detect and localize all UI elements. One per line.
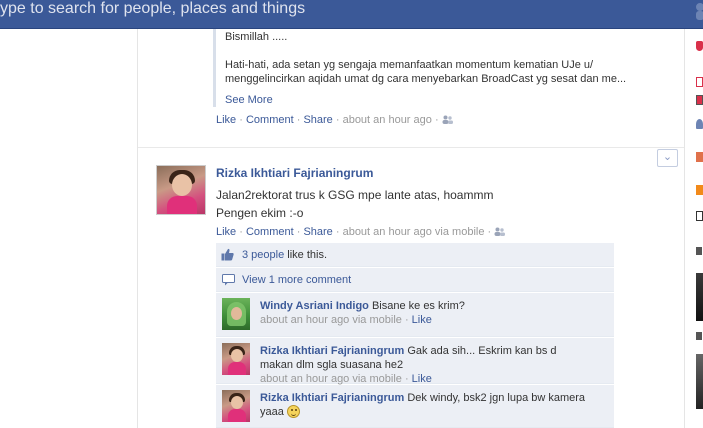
separator: · bbox=[401, 373, 412, 385]
calendar-icon[interactable] bbox=[696, 77, 703, 87]
story-message-line: Pengen ekim :-o bbox=[216, 206, 304, 220]
comments-box: 3 people like this. View 1 more comment … bbox=[216, 243, 614, 428]
comment-author-name[interactable]: Rizka Ikhtiari Fajrianingrum bbox=[260, 392, 404, 404]
comment-body: Windy Asriani Indigo Bisane ke es krim? … bbox=[260, 299, 600, 327]
thumbs-up-icon bbox=[221, 248, 234, 261]
shared-post-line: menggelincirkan aqidah umat dg cara meny… bbox=[225, 73, 627, 85]
shared-post-line: Hati-hati, ada setan yg sengaja memanfaa… bbox=[225, 59, 594, 71]
comment-bubble-icon bbox=[222, 274, 235, 286]
view-more-comments-link[interactable]: View 1 more comment bbox=[242, 274, 351, 286]
story-author-name[interactable]: Rizka Ikhtiari Fajrianingrum bbox=[216, 166, 373, 180]
heart-icon[interactable] bbox=[696, 41, 703, 51]
separator: · bbox=[332, 226, 343, 238]
friends-icon[interactable] bbox=[696, 119, 703, 129]
search-input[interactable]: ype to search for people, places and thi… bbox=[0, 0, 305, 20]
like-link[interactable]: Like bbox=[216, 226, 236, 238]
avatar[interactable] bbox=[222, 390, 250, 422]
like-link[interactable]: Like bbox=[216, 114, 236, 126]
comment-link[interactable]: Comment bbox=[246, 114, 294, 126]
separator: · bbox=[431, 114, 442, 126]
timestamp[interactable]: about an hour ago bbox=[343, 114, 432, 126]
view-more-comments-row[interactable]: View 1 more comment bbox=[216, 268, 614, 292]
comment-author-name[interactable]: Windy Asriani Indigo bbox=[260, 300, 369, 312]
share-link[interactable]: Share bbox=[303, 114, 332, 126]
comment-like-link[interactable]: Like bbox=[412, 314, 432, 326]
separator: · bbox=[332, 114, 343, 126]
comment-text: Dek windy, bsk2 jgn lupa bw kamera bbox=[407, 392, 586, 404]
comment-body: Rizka Ikhtiari Fajrianingrum Dek windy, … bbox=[260, 391, 600, 419]
likers-link[interactable]: 3 people bbox=[242, 249, 284, 261]
shared-post-line: Bismillah ..... bbox=[225, 31, 288, 43]
story-divider bbox=[138, 147, 684, 148]
comment-text: Bisane ke es krim? bbox=[371, 300, 465, 312]
sponsored-image[interactable] bbox=[696, 273, 703, 321]
comment-text: yaaa bbox=[260, 406, 284, 418]
comment-link[interactable]: Comment bbox=[246, 226, 294, 238]
comment-author-name[interactable]: Rizka Ikhtiari Fajrianingrum bbox=[260, 345, 404, 357]
story-message-line: Jalan2rektorat trus k GSG mpe lante atas… bbox=[216, 188, 494, 202]
account-icon[interactable] bbox=[691, 0, 703, 20]
story-options-chevron-icon[interactable]: ⌄ bbox=[657, 149, 678, 167]
friends-icon bbox=[442, 115, 453, 124]
news-feed: Bismillah ..... Hati-hati, ada setan yg … bbox=[137, 29, 685, 428]
comment: Windy Asriani Indigo Bisane ke es krim? … bbox=[216, 293, 614, 337]
avatar[interactable] bbox=[156, 165, 206, 215]
event-icon[interactable] bbox=[696, 95, 703, 105]
separator: · bbox=[484, 226, 495, 238]
app-icon[interactable] bbox=[696, 211, 703, 221]
smiley-emoticon-icon bbox=[286, 405, 300, 418]
avatar[interactable] bbox=[222, 298, 250, 330]
right-sidebar bbox=[686, 29, 703, 428]
share-link[interactable]: Share bbox=[303, 226, 332, 238]
story-actions: Like · Comment · Share · about an hour a… bbox=[216, 226, 506, 238]
comment-timestamp[interactable]: about an hour ago via mobile bbox=[260, 314, 402, 326]
left-column bbox=[0, 29, 137, 428]
comment-like-link[interactable]: Like bbox=[412, 373, 432, 385]
section-marker-icon bbox=[696, 332, 702, 340]
separator: · bbox=[401, 314, 412, 326]
app-icon[interactable] bbox=[696, 152, 703, 162]
app-icon[interactable] bbox=[696, 185, 703, 195]
section-marker-icon bbox=[696, 247, 702, 255]
separator: · bbox=[236, 226, 246, 238]
likes-suffix: like this. bbox=[284, 249, 328, 261]
comment-text: makan dlm sgla suasana he2 bbox=[260, 359, 404, 371]
comment: Rizka Ikhtiari Fajrianingrum Gak ada sih… bbox=[216, 338, 614, 386]
timestamp[interactable]: about an hour ago via mobile bbox=[343, 226, 485, 238]
friends-icon bbox=[494, 227, 506, 236]
see-more-link[interactable]: See More bbox=[225, 94, 273, 106]
comment: Rizka Ikhtiari Fajrianingrum Dek windy, … bbox=[216, 385, 614, 428]
separator: · bbox=[293, 226, 304, 238]
separator: · bbox=[236, 114, 246, 126]
comment-timestamp[interactable]: about an hour ago via mobile bbox=[260, 373, 402, 385]
likes-row: 3 people like this. bbox=[216, 243, 614, 267]
shared-post-excerpt: Bismillah ..... Hati-hati, ada setan yg … bbox=[213, 29, 633, 107]
story-actions: Like · Comment · Share · about an hour a… bbox=[216, 114, 453, 126]
comment-body: Rizka Ikhtiari Fajrianingrum Gak ada sih… bbox=[260, 344, 600, 386]
avatar[interactable] bbox=[222, 343, 250, 375]
sponsored-image[interactable] bbox=[696, 354, 703, 409]
separator: · bbox=[293, 114, 304, 126]
top-bar: ype to search for people, places and thi… bbox=[0, 0, 703, 29]
comment-text: Gak ada sih... Eskrim kan bs d bbox=[407, 345, 557, 357]
